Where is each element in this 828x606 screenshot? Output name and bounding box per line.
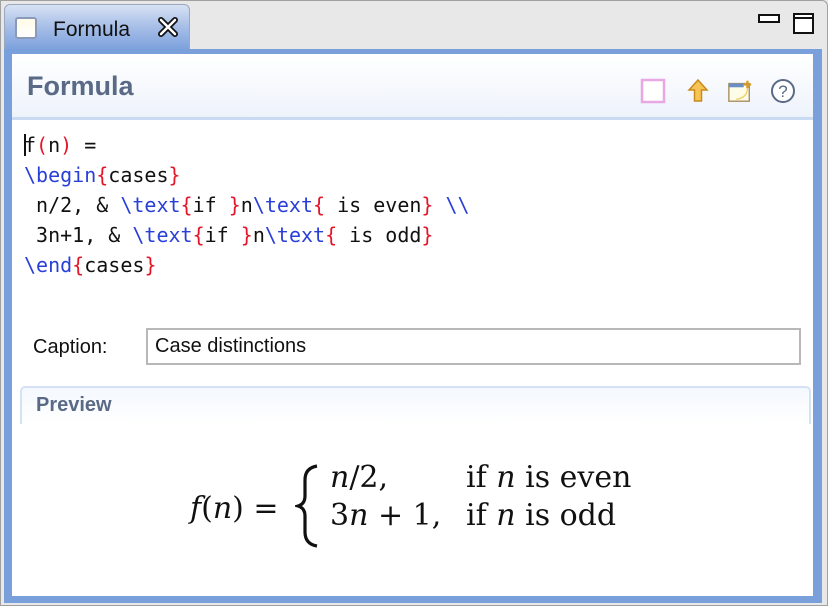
code-bracket: }	[144, 253, 157, 277]
code-bracket: }	[228, 193, 241, 217]
code-bracket: {	[313, 193, 326, 217]
func-symbol: f	[190, 491, 202, 526]
minimize-icon[interactable]	[758, 14, 780, 23]
code-text: if	[192, 193, 229, 217]
formula-lhs: f(n) =	[190, 491, 279, 526]
code-bracket: {	[192, 223, 205, 247]
code-keyword: \end	[24, 253, 73, 277]
view-content: Formula ? f(n) = \begin{cases} n/2, & \t…	[12, 54, 813, 596]
code-text: n	[252, 223, 265, 247]
maximize-icon[interactable]	[793, 13, 814, 34]
code-line: f(n) =	[24, 130, 470, 160]
case1-expression: n/2,	[330, 460, 389, 495]
code-text: n	[48, 133, 61, 157]
code-keyword: \text	[132, 223, 193, 247]
code-bracket: {	[325, 223, 338, 247]
code-line: \end{cases}	[24, 250, 470, 280]
code-text: if	[204, 223, 241, 247]
case2-condition: if n is odd	[466, 498, 617, 533]
code-text: cases	[84, 253, 145, 277]
paren: (	[201, 491, 213, 526]
code-bracket: {	[180, 193, 193, 217]
left-brace-icon	[295, 464, 318, 548]
page-title: Formula	[27, 71, 134, 101]
close-icon[interactable]	[157, 16, 179, 38]
code-bracket: }	[240, 223, 253, 247]
code-bracket: (	[36, 133, 49, 157]
code-text: is odd	[337, 223, 422, 247]
pink-square-icon[interactable]	[640, 78, 666, 104]
code-text: =	[72, 133, 97, 157]
help-icon[interactable]: ?	[770, 78, 796, 104]
code-bracket: {	[72, 253, 85, 277]
view-frame: Formula ? f(n) = \begin{cases} n/2, & \t…	[4, 49, 822, 603]
code-bracket: )	[60, 133, 73, 157]
formula-editor[interactable]: f(n) = \begin{cases} n/2, & \text{if }n\t…	[24, 130, 470, 280]
code-text: f	[24, 133, 37, 157]
arrow-up-icon[interactable]	[685, 78, 711, 104]
tab-label: Formula	[53, 18, 131, 41]
code-keyword: \begin	[24, 163, 97, 187]
new-window-icon[interactable]	[727, 78, 753, 104]
code-bracket: }	[421, 223, 434, 247]
code-line: \begin{cases}	[24, 160, 470, 190]
caption-label: Caption:	[33, 336, 108, 358]
code-keyword: \text	[252, 193, 314, 217]
case1-condition: if n is even	[466, 460, 632, 495]
svg-text:?: ?	[778, 82, 787, 101]
code-text: cases	[108, 163, 169, 187]
preview-section: Preview f(n) = n/2, if n is even 3n + 1,…	[20, 386, 811, 591]
preview-title: Preview	[36, 394, 112, 416]
code-text: 3n+1, &	[24, 223, 133, 247]
code-text: n/2, &	[24, 193, 121, 217]
variable: n	[212, 491, 233, 526]
paren-equals: ) =	[232, 491, 279, 526]
code-bracket: {	[96, 163, 109, 187]
view-window: Formula Formula ? f(n) = \begin{cases} n…	[0, 0, 828, 606]
code-line: 3n+1, & \text{if }n\text{ is odd}	[24, 220, 470, 250]
view-icon	[15, 17, 37, 39]
code-keyword: \text	[120, 193, 181, 217]
code-bracket: }	[421, 193, 434, 217]
caption-input[interactable]	[146, 328, 801, 365]
preview-header[interactable]: Preview	[20, 386, 811, 424]
code-text: is even	[325, 193, 422, 217]
code-keyword: \\	[445, 193, 470, 217]
code-text: n	[240, 193, 253, 217]
code-line: n/2, & \text{if }n\text{ is even} \\	[24, 190, 470, 220]
case2-expression: 3n + 1,	[330, 498, 442, 533]
code-keyword: \text	[264, 223, 326, 247]
tab-formula[interactable]: Formula	[4, 4, 190, 51]
formula-preview: f(n) = n/2, if n is even 3n + 1, if n is…	[190, 460, 660, 554]
form-header: Formula ?	[12, 54, 813, 120]
code-bracket: }	[168, 163, 181, 187]
